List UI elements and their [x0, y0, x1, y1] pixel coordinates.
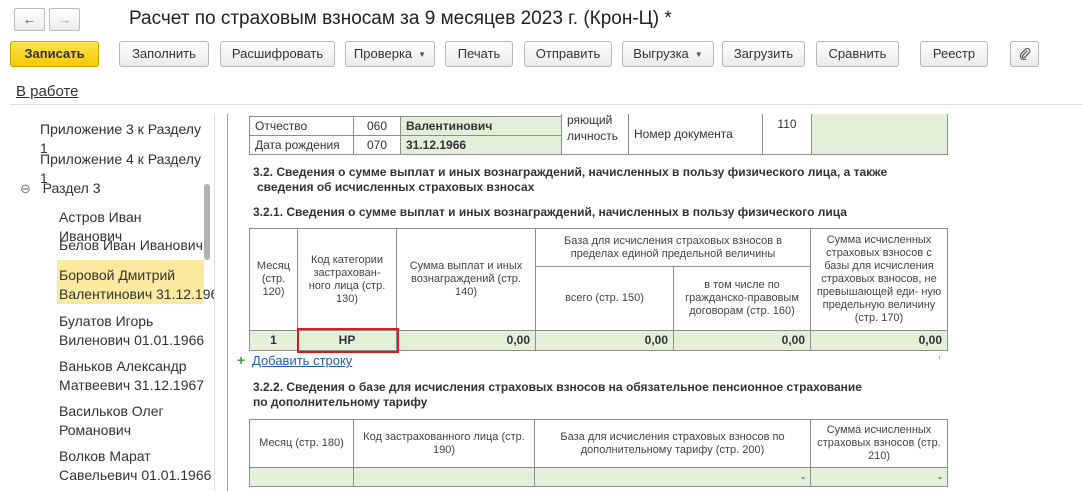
dropdown-arrow-icon: ▼ [694, 49, 703, 59]
row-payments-cell[interactable]: 0,00 [396, 330, 536, 351]
row-base-gpd-cell[interactable]: 0,00 [673, 330, 811, 351]
col-base-group-header: База для исчисления страховых взносов в … [535, 228, 811, 267]
col-month-header: Месяц (стр. 120) [249, 228, 298, 331]
paperclip-icon [1019, 47, 1030, 61]
birth-date-code: 070 [353, 135, 401, 155]
col-month-header-2: Месяц (стр. 180) [249, 419, 354, 468]
print-button[interactable]: Печать [445, 41, 513, 67]
registry-button[interactable]: Реестр [920, 41, 988, 67]
doc-type-label: ряющий личность [561, 114, 629, 155]
tree-item-person[interactable]: Волков Марат Савельевич 01.01.1966 [10, 447, 212, 485]
dropdown-arrow-icon: ▼ [418, 49, 427, 59]
tree-item-label: Боровой Дмитрий [59, 267, 176, 283]
divider [10, 104, 1082, 105]
divider-tick [939, 356, 940, 359]
back-button[interactable]: ← [14, 8, 45, 31]
tree-item-label: Волков Марат [59, 448, 151, 464]
row-calc-cell[interactable]: 0,00 [810, 330, 948, 351]
doc-label-line: ряющий [567, 114, 613, 127]
patronymic-field[interactable]: Валентинович [400, 116, 562, 136]
row2-sum-cell[interactable]: - [810, 467, 948, 487]
add-row-link[interactable]: Добавить строку [252, 353, 352, 368]
page-margin-line [227, 114, 228, 491]
scrollbar-thumb[interactable] [204, 184, 210, 260]
tree-item-label: Булатов Игорь [59, 313, 154, 329]
tree-item-label: Матвеевич 31.12.1967 [59, 377, 205, 393]
col-category-header: Код категории застрахован- ного лица (ст… [297, 228, 397, 331]
col-sum-header-2: Сумма исчисленных страховых взносов (стр… [810, 419, 948, 468]
tree-item-label: Ваньков Александр [59, 358, 187, 374]
attach-button[interactable] [1010, 41, 1039, 67]
save-button[interactable]: Записать [10, 41, 99, 67]
doc-number-code: 110 [762, 114, 812, 155]
tree-item-label: Васильков Олег [59, 403, 164, 419]
section-3-2-title-line2: сведения об исчисленных страховых взноса… [257, 180, 535, 194]
status-link[interactable]: В работе [16, 83, 79, 100]
row2-month-cell[interactable] [249, 467, 354, 487]
section-3-2-1-title: 3.2.1. Сведения о сумме выплат и иных во… [253, 205, 847, 219]
fill-button[interactable]: Заполнить [119, 41, 209, 67]
forward-button[interactable]: → [49, 8, 80, 31]
export-label: Выгрузка [633, 46, 689, 61]
birth-date-label: Дата рождения [249, 135, 354, 155]
tree-item-section3[interactable]: ⊖ Раздел 3 [10, 179, 204, 198]
check-dropdown-button[interactable]: Проверка ▼ [345, 41, 435, 67]
highlight-box [297, 328, 399, 353]
col-base-gpd-header: в том числе по гражданско-правовым догов… [673, 266, 811, 331]
col-base-total-header: всего (стр. 150) [535, 266, 674, 331]
tree-item-person[interactable]: Ваньков Александр Матвеевич 31.12.1967 [10, 357, 204, 395]
tree-item-person[interactable]: Булатов Игорь Виленович 01.01.1966 [10, 312, 204, 350]
patronymic-label: Отчество [249, 116, 354, 136]
check-label: Проверка [353, 46, 413, 61]
sidebar-scrollbar[interactable] [203, 114, 211, 491]
doc-number-label: Номер документа [628, 114, 763, 155]
birth-date-field[interactable]: 31.12.1966 [400, 135, 562, 155]
import-button[interactable]: Загрузить [722, 41, 805, 67]
section-3-2-2-title-line2: по дополнительному тарифу [253, 395, 428, 409]
tree-item-label: Валентинович 31.12.1966 [59, 286, 215, 302]
add-row-plus-icon[interactable]: + [237, 352, 245, 368]
row2-base-cell[interactable]: - [534, 467, 811, 487]
patronymic-code: 060 [353, 116, 401, 136]
decode-button[interactable]: Расшифровать [220, 41, 335, 67]
window-title: Расчет по страховым взносам за 9 месяцев… [129, 8, 672, 29]
collapse-icon[interactable]: ⊖ [20, 181, 31, 196]
tree-item-label: Виленович 01.01.1966 [59, 332, 205, 348]
col-code-header: Код застрахованного лица (стр. 190) [353, 419, 535, 468]
col-base-header-2: База для исчисления страховых взносов по… [534, 419, 811, 468]
tree-item-person[interactable]: Васильков Олег Романович [10, 402, 204, 440]
tree-item-label: Раздел 3 [42, 180, 101, 196]
tree-item-label: Савельевич 01.01.1966 [59, 467, 212, 483]
doc-number-field[interactable] [811, 114, 948, 155]
section-tree: Приложение 3 к Разделу 1 Приложение 4 к … [10, 114, 215, 491]
tree-item-person[interactable]: Белов Иван Иванович [10, 236, 204, 255]
col-calc-header: Сумма исчисленных страховых взносов с ба… [810, 228, 948, 331]
compare-button[interactable]: Сравнить [816, 41, 899, 67]
section-3-2-2-title-line1: 3.2.2. Сведения о базе для исчисления ст… [253, 380, 862, 394]
row2-code-cell[interactable] [353, 467, 535, 487]
report-form: Отчество 060 Валентинович Дата рождения … [222, 114, 1082, 491]
tree-item-person-selected[interactable]: Боровой Дмитрий Валентинович 31.12.1966 [57, 260, 215, 304]
tree-item-label: Романович [59, 422, 131, 438]
section-3-2-title-line1: 3.2. Сведения о сумме выплат и иных возн… [253, 165, 888, 179]
row-base-total-cell[interactable]: 0,00 [535, 330, 674, 351]
row-month-cell[interactable]: 1 [249, 330, 298, 351]
doc-label-line: личность [567, 129, 619, 143]
export-dropdown-button[interactable]: Выгрузка ▼ [622, 41, 714, 67]
col-payments-header: Сумма выплат и иных вознаграждений (стр.… [396, 228, 536, 331]
send-button[interactable]: Отправить [524, 41, 612, 67]
